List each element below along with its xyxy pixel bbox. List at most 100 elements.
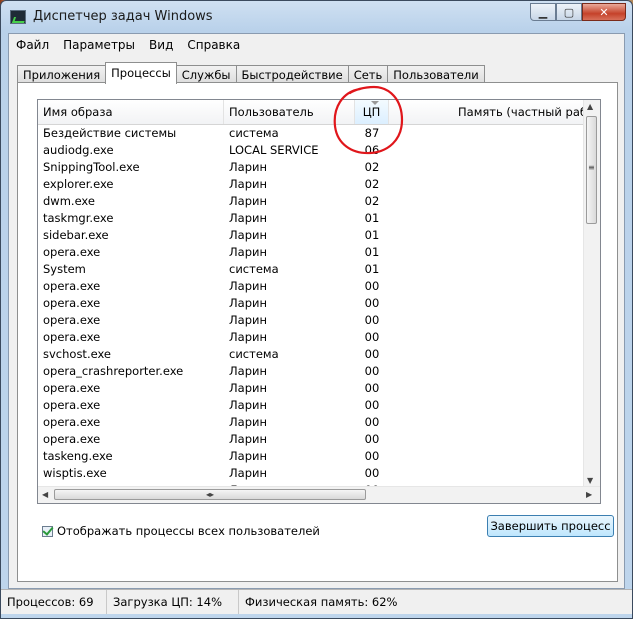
- process-user: Ларин: [229, 279, 267, 293]
- process-name: svchost.exe: [43, 347, 112, 361]
- process-name: opera.exe: [43, 432, 101, 446]
- minimize-button[interactable]: ▁: [530, 3, 556, 21]
- process-name: opera.exe: [43, 415, 101, 429]
- process-name: opera.exe: [43, 398, 101, 412]
- process-name: opera.exe: [43, 279, 101, 293]
- process-name: System: [43, 262, 86, 276]
- process-user: Ларин: [229, 432, 267, 446]
- process-cpu: 00: [364, 279, 380, 293]
- status-process-count: Процессов: 69: [1, 590, 107, 614]
- status-memory: Физическая память: 62%: [245, 595, 398, 609]
- process-row[interactable]: wisptis.exe Ларин 00: [38, 465, 600, 482]
- scroll-up-icon[interactable]: ▲: [587, 102, 593, 111]
- process-user: Ларин: [229, 160, 267, 174]
- process-cpu: 00: [364, 449, 380, 463]
- show-all-users-checkbox[interactable]: [42, 525, 53, 537]
- process-user: Ларин: [229, 364, 267, 378]
- grip-icon: ≡: [588, 163, 595, 172]
- process-name: taskmgr.exe: [43, 211, 114, 225]
- process-row[interactable]: opera.exe Ларин 00: [38, 397, 600, 414]
- horizontal-scroll-thumb[interactable]: ◂▸: [54, 489, 366, 500]
- menu-file[interactable]: Файл: [9, 38, 56, 52]
- menu-help[interactable]: Справка: [180, 38, 247, 52]
- window-controls: ▁ ▢ ✕: [530, 3, 626, 21]
- process-row[interactable]: opera.exe Ларин 00: [38, 312, 600, 329]
- process-row[interactable]: opera.exe Ларин 00: [38, 431, 600, 448]
- process-row[interactable]: explorer.exe Ларин 02: [38, 176, 600, 193]
- process-name: wisptis.exe: [43, 466, 107, 480]
- process-user: Ларин: [229, 466, 267, 480]
- menu-view[interactable]: Вид: [142, 38, 180, 52]
- process-user: Ларин: [229, 381, 267, 395]
- process-cpu: 00: [364, 330, 380, 344]
- process-cpu: 00: [364, 432, 380, 446]
- process-row[interactable]: opera.exe Ларин 00: [38, 414, 600, 431]
- process-name: opera.exe: [43, 381, 101, 395]
- process-row[interactable]: opera.exe Ларин 00: [38, 295, 600, 312]
- task-manager-window: Диспетчер задач Windows ▁ ▢ ✕ Файл Парам…: [0, 0, 633, 619]
- tab-processes[interactable]: Процессы: [105, 62, 177, 84]
- process-user: Ларин: [229, 211, 267, 225]
- column-header-memory[interactable]: Память (частный рабо: [389, 100, 600, 124]
- process-cpu: 87: [364, 126, 380, 140]
- process-name: SnippingTool.exe: [43, 160, 140, 174]
- process-row[interactable]: audiodg.exe LOCAL SERVICE 06: [38, 142, 600, 159]
- show-all-users-label: Отображать процессы всех пользователей: [57, 524, 320, 538]
- process-row[interactable]: System система 01: [38, 261, 600, 278]
- title-bar[interactable]: Диспетчер задач Windows ▁ ▢ ✕: [1, 1, 632, 33]
- end-process-button[interactable]: Завершить процесс: [487, 515, 614, 537]
- process-name: opera.exe: [43, 296, 101, 310]
- maximize-button[interactable]: ▢: [556, 3, 582, 21]
- process-user: Ларин: [229, 296, 267, 310]
- column-header-image-name[interactable]: Имя образа: [38, 100, 224, 124]
- scroll-left-icon[interactable]: ◀: [42, 490, 48, 499]
- process-row[interactable]: opera_crashreporter.exe Ларин 00: [38, 363, 600, 380]
- column-headers: Имя образа Пользователь ЦП Память (частн…: [38, 100, 600, 125]
- process-user: Ларин: [229, 449, 267, 463]
- column-header-cpu[interactable]: ЦП: [355, 100, 389, 124]
- scroll-down-icon[interactable]: ▼: [587, 476, 593, 485]
- process-row[interactable]: opera.exe Ларин 00: [38, 278, 600, 295]
- process-row[interactable]: opera.exe Ларин 00: [38, 329, 600, 346]
- process-name: explorer.exe: [43, 177, 114, 191]
- show-all-users-option[interactable]: Отображать процессы всех пользователей: [42, 524, 320, 538]
- process-cpu: 02: [364, 177, 380, 191]
- process-row[interactable]: taskmgr.exe Ларин 01: [38, 210, 600, 227]
- process-user: Ларин: [229, 330, 267, 344]
- vertical-scroll-thumb[interactable]: ≡: [586, 116, 597, 224]
- process-cpu: 00: [364, 347, 380, 361]
- menu-options[interactable]: Параметры: [56, 38, 142, 52]
- close-button[interactable]: ✕: [582, 3, 626, 21]
- column-header-user[interactable]: Пользователь: [224, 100, 355, 124]
- status-cpu-load: Загрузка ЦП: 14%: [107, 590, 239, 614]
- vertical-scrollbar[interactable]: ▲ ≡ ▼: [583, 100, 600, 488]
- process-row[interactable]: opera.exe Ларин 00: [38, 380, 600, 397]
- horizontal-scrollbar[interactable]: ◀ ◂▸ ▶: [38, 486, 600, 503]
- process-row[interactable]: sidebar.exe Ларин 01: [38, 227, 600, 244]
- processes-panel: Имя образа Пользователь ЦП Память (частн…: [17, 82, 618, 582]
- process-name: opera_crashreporter.exe: [43, 364, 184, 378]
- process-user: система: [229, 262, 279, 276]
- process-user: Ларин: [229, 245, 267, 259]
- process-rows: Бездействие системы система 87 audiodg.exe L…: [38, 125, 600, 503]
- process-cpu: 02: [364, 160, 380, 174]
- process-list: Имя образа Пользователь ЦП Память (частн…: [37, 99, 601, 504]
- process-row[interactable]: dwm.exe Ларин 02: [38, 193, 600, 210]
- process-user: Ларин: [229, 313, 267, 327]
- process-row[interactable]: taskeng.exe Ларин 00: [38, 448, 600, 465]
- process-name: opera.exe: [43, 313, 101, 327]
- process-user: Ларин: [229, 398, 267, 412]
- process-row[interactable]: SnippingTool.exe Ларин 02: [38, 159, 600, 176]
- process-name: sidebar.exe: [43, 228, 109, 242]
- window-title: Диспетчер задач Windows: [33, 9, 213, 24]
- process-user: Ларин: [229, 228, 267, 242]
- process-name: Бездействие системы: [43, 126, 177, 140]
- process-cpu: 01: [364, 262, 380, 276]
- process-cpu: 00: [364, 398, 380, 412]
- scroll-right-icon[interactable]: ▶: [586, 490, 592, 499]
- process-row[interactable]: Бездействие системы система 87: [38, 125, 600, 142]
- process-name: taskeng.exe: [43, 449, 113, 463]
- client-area: Файл Параметры Вид Справка Приложения Пр…: [8, 33, 625, 589]
- process-row[interactable]: opera.exe Ларин 01: [38, 244, 600, 261]
- process-row[interactable]: svchost.exe система 00: [38, 346, 600, 363]
